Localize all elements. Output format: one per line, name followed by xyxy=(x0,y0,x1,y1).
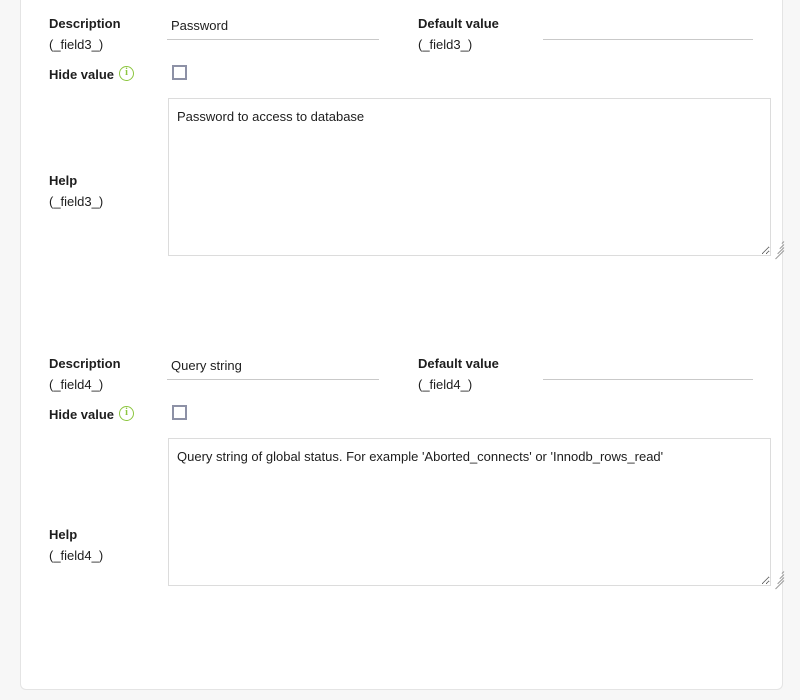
field3-help-textarea[interactable] xyxy=(168,98,771,256)
field3-default-value-input[interactable] xyxy=(543,16,753,40)
resize-grip-icon xyxy=(771,239,785,260)
field3-hide-value-row: Hide value i xyxy=(21,56,782,98)
field4-help-label-text: Help xyxy=(49,527,78,542)
field3-top-row: Description (_field3_) Default value (_f… xyxy=(21,0,782,56)
field-block-field3: Description (_field3_) Default value (_f… xyxy=(21,0,785,320)
field4-default-value-input[interactable] xyxy=(543,356,753,380)
field3-description-label-sub: (_field3_) xyxy=(49,37,104,52)
field4-description-label-text: Description xyxy=(49,356,121,371)
field3-help-row: Help (_field3_) xyxy=(21,98,785,288)
field3-description-input[interactable] xyxy=(167,16,379,40)
field3-help-label: Help (_field3_) xyxy=(49,170,103,212)
field4-description-input[interactable] xyxy=(167,356,379,380)
field4-description-label: Description (_field4_) xyxy=(49,353,169,395)
info-icon[interactable]: i xyxy=(119,406,134,421)
field3-help-label-sub: (_field3_) xyxy=(49,194,104,209)
field4-default-value-label-sub: (_field4_) xyxy=(418,377,473,392)
field3-default-value-label: Default value (_field3_) xyxy=(418,13,548,55)
field4-help-textarea[interactable] xyxy=(168,438,771,586)
field4-default-value-label: Default value (_field4_) xyxy=(418,353,548,395)
resize-grip-icon xyxy=(771,569,785,590)
field-block-field4: Description (_field4_) Default value (_f… xyxy=(21,340,785,630)
block-divider xyxy=(21,320,782,340)
field3-default-value-label-sub: (_field3_) xyxy=(418,37,473,52)
field4-hide-value-row: Hide value i xyxy=(21,396,782,438)
field3-description-label-text: Description xyxy=(49,16,121,31)
field3-help-label-text: Help xyxy=(49,173,78,188)
field3-hide-value-checkbox[interactable] xyxy=(172,65,187,80)
field4-hide-value-label: Hide value xyxy=(49,407,115,422)
field4-help-label: Help (_field4_) xyxy=(49,524,103,566)
field4-help-label-sub: (_field4_) xyxy=(49,548,104,563)
field4-description-label-sub: (_field4_) xyxy=(49,377,104,392)
field3-description-label: Description (_field3_) xyxy=(49,13,169,55)
field4-default-value-label-text: Default value xyxy=(418,356,499,371)
form-card: Description (_field3_) Default value (_f… xyxy=(20,0,785,690)
field4-top-row: Description (_field4_) Default value (_f… xyxy=(21,340,782,396)
field3-hide-value-label: Hide value xyxy=(49,67,115,82)
field4-hide-value-checkbox[interactable] xyxy=(172,405,187,420)
field4-help-row: Help (_field4_) xyxy=(21,438,785,618)
form-card-content: Description (_field3_) Default value (_f… xyxy=(21,0,785,630)
field3-default-value-label-text: Default value xyxy=(418,16,499,31)
info-icon[interactable]: i xyxy=(119,66,134,81)
